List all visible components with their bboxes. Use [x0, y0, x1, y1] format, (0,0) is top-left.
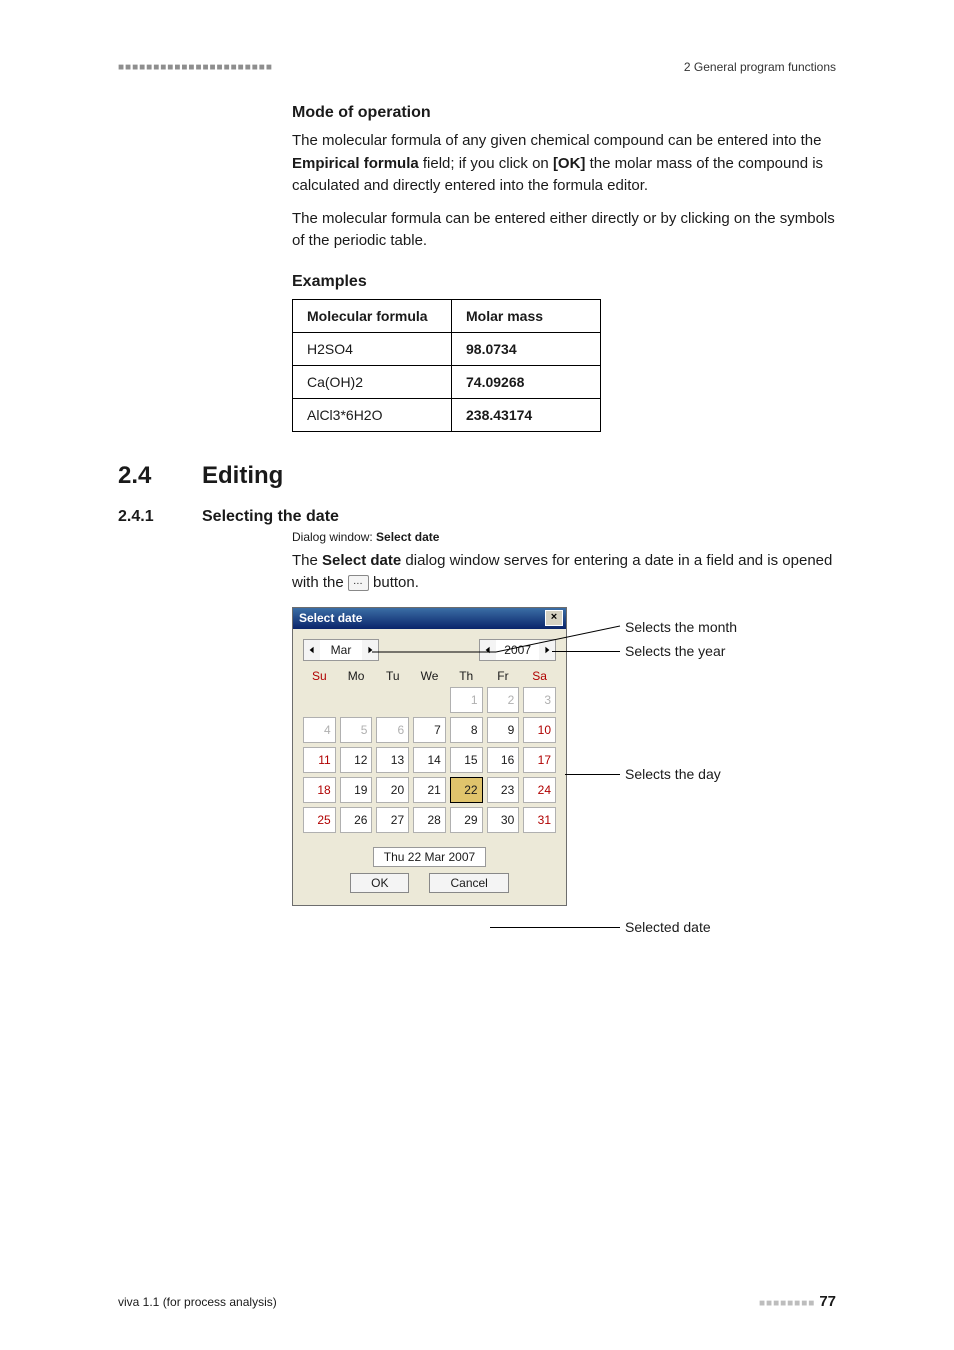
- calendar-day[interactable]: 14: [413, 747, 446, 773]
- header-right: 2 General program functions: [684, 60, 836, 74]
- mode-of-operation-title: Mode of operation: [292, 104, 836, 122]
- ellipsis-button-icon: …: [348, 575, 369, 591]
- weekday-label: Fr: [487, 669, 520, 683]
- text-bold: Empirical formula: [292, 155, 419, 172]
- ok-button[interactable]: OK: [350, 873, 409, 893]
- month-prev-button[interactable]: [304, 640, 320, 660]
- text-bold: Select date: [376, 530, 439, 544]
- calendar-day[interactable]: 12: [340, 747, 373, 773]
- mode-para-1: The molecular formula of any given chemi…: [292, 130, 836, 198]
- calendar-day[interactable]: 18: [303, 777, 336, 803]
- calendar-day[interactable]: 13: [376, 747, 409, 773]
- weekday-label: Sa: [523, 669, 556, 683]
- text: The molecular formula of any given chemi…: [292, 132, 821, 149]
- calendar-day[interactable]: 30: [487, 807, 520, 833]
- table-row: H2SO4 98.0734: [293, 332, 601, 365]
- dialog-window-label: Dialog window: Select date: [292, 530, 836, 544]
- header-dashes: ■■■■■■■■■■■■■■■■■■■■■■: [118, 62, 273, 73]
- weekday-label: Su: [303, 669, 336, 683]
- cancel-button[interactable]: Cancel: [429, 873, 508, 893]
- calendar-day[interactable]: 25: [303, 807, 336, 833]
- th-formula: Molecular formula: [293, 299, 452, 332]
- th-mass: Molar mass: [452, 299, 601, 332]
- mode-para-2: The molecular formula can be entered eit…: [292, 208, 836, 253]
- text: The: [292, 552, 322, 569]
- cell: 98.0734: [452, 332, 601, 365]
- calendar-day[interactable]: 20: [376, 777, 409, 803]
- calendar-day[interactable]: 3: [523, 687, 556, 713]
- calendar-weekday-header: Su MoTu We Th FrSa: [303, 669, 556, 683]
- calendar-day[interactable]: 29: [450, 807, 483, 833]
- section-title: Editing: [202, 462, 283, 490]
- callout-line-icon: [552, 651, 620, 652]
- section-number: 2.4: [118, 462, 202, 490]
- cell: Ca(OH)2: [293, 365, 452, 398]
- calendar-day[interactable]: 9: [487, 717, 520, 743]
- calendar-day[interactable]: 28: [413, 807, 446, 833]
- calendar-day[interactable]: 22: [450, 777, 483, 803]
- calendar-day[interactable]: 24: [523, 777, 556, 803]
- cell: H2SO4: [293, 332, 452, 365]
- calendar-day: [413, 687, 446, 713]
- calendar-day[interactable]: 11: [303, 747, 336, 773]
- page-number: 77: [819, 1293, 836, 1310]
- calendar-day[interactable]: 26: [340, 807, 373, 833]
- text-bold: [OK]: [553, 155, 586, 172]
- calendar-day[interactable]: 19: [340, 777, 373, 803]
- month-value: Mar: [320, 641, 362, 659]
- subsection-number: 2.4.1: [118, 508, 202, 526]
- calendar-day[interactable]: 15: [450, 747, 483, 773]
- cell: 74.09268: [452, 365, 601, 398]
- calendar-day[interactable]: 31: [523, 807, 556, 833]
- subsection-title: Selecting the date: [202, 508, 339, 526]
- calendar-day[interactable]: 27: [376, 807, 409, 833]
- callout-month: Selects the month: [625, 619, 737, 635]
- weekday-label: We: [413, 669, 446, 683]
- examples-table: Molecular formula Molar mass H2SO4 98.07…: [292, 299, 601, 432]
- footer-right: ■■■■■■■■ 77: [759, 1293, 836, 1310]
- footer-left: viva 1.1 (for process analysis): [118, 1295, 277, 1309]
- examples-title: Examples: [292, 273, 836, 291]
- text: button.: [369, 574, 419, 591]
- callout-day: Selects the day: [625, 766, 721, 782]
- calendar-day[interactable]: 7: [413, 717, 446, 743]
- dialog-title: Select date: [299, 611, 362, 625]
- calendar-day: [376, 687, 409, 713]
- calendar-day[interactable]: 23: [487, 777, 520, 803]
- calendar-day[interactable]: 1: [450, 687, 483, 713]
- calendar-day[interactable]: 8: [450, 717, 483, 743]
- weekday-label: Th: [450, 669, 483, 683]
- select-date-para: The Select date dialog window serves for…: [292, 550, 836, 595]
- text-bold: Select date: [322, 552, 401, 569]
- callout-selected-date: Selected date: [625, 919, 711, 935]
- calendar-day[interactable]: 10: [523, 717, 556, 743]
- table-row: AlCl3*6H2O 238.43174: [293, 398, 601, 431]
- footer-dashes: ■■■■■■■■: [759, 1298, 815, 1309]
- calendar-day[interactable]: 5: [340, 717, 373, 743]
- text: Dialog window:: [292, 530, 376, 544]
- weekday-label: Mo: [340, 669, 373, 683]
- weekday-label: Tu: [376, 669, 409, 683]
- calendar-day: [340, 687, 373, 713]
- month-spinner: Mar: [303, 639, 379, 661]
- calendar-grid: 1234567891011121314151617181920212223242…: [303, 687, 556, 833]
- calendar-day[interactable]: 4: [303, 717, 336, 743]
- calendar-day[interactable]: 21: [413, 777, 446, 803]
- calendar-day[interactable]: 17: [523, 747, 556, 773]
- table-row: Ca(OH)2 74.09268: [293, 365, 601, 398]
- callout-year: Selects the year: [625, 643, 725, 659]
- calendar-day[interactable]: 6: [376, 717, 409, 743]
- selected-date-display: Thu 22 Mar 2007: [373, 847, 486, 867]
- calendar-day[interactable]: 2: [487, 687, 520, 713]
- text: field; if you click on: [419, 155, 553, 172]
- calendar-day[interactable]: 16: [487, 747, 520, 773]
- callout-line-icon: [490, 927, 620, 928]
- calendar-day: [303, 687, 336, 713]
- callout-line-icon: [372, 619, 622, 659]
- callout-line-icon: [565, 774, 620, 775]
- cell: AlCl3*6H2O: [293, 398, 452, 431]
- cell: 238.43174: [452, 398, 601, 431]
